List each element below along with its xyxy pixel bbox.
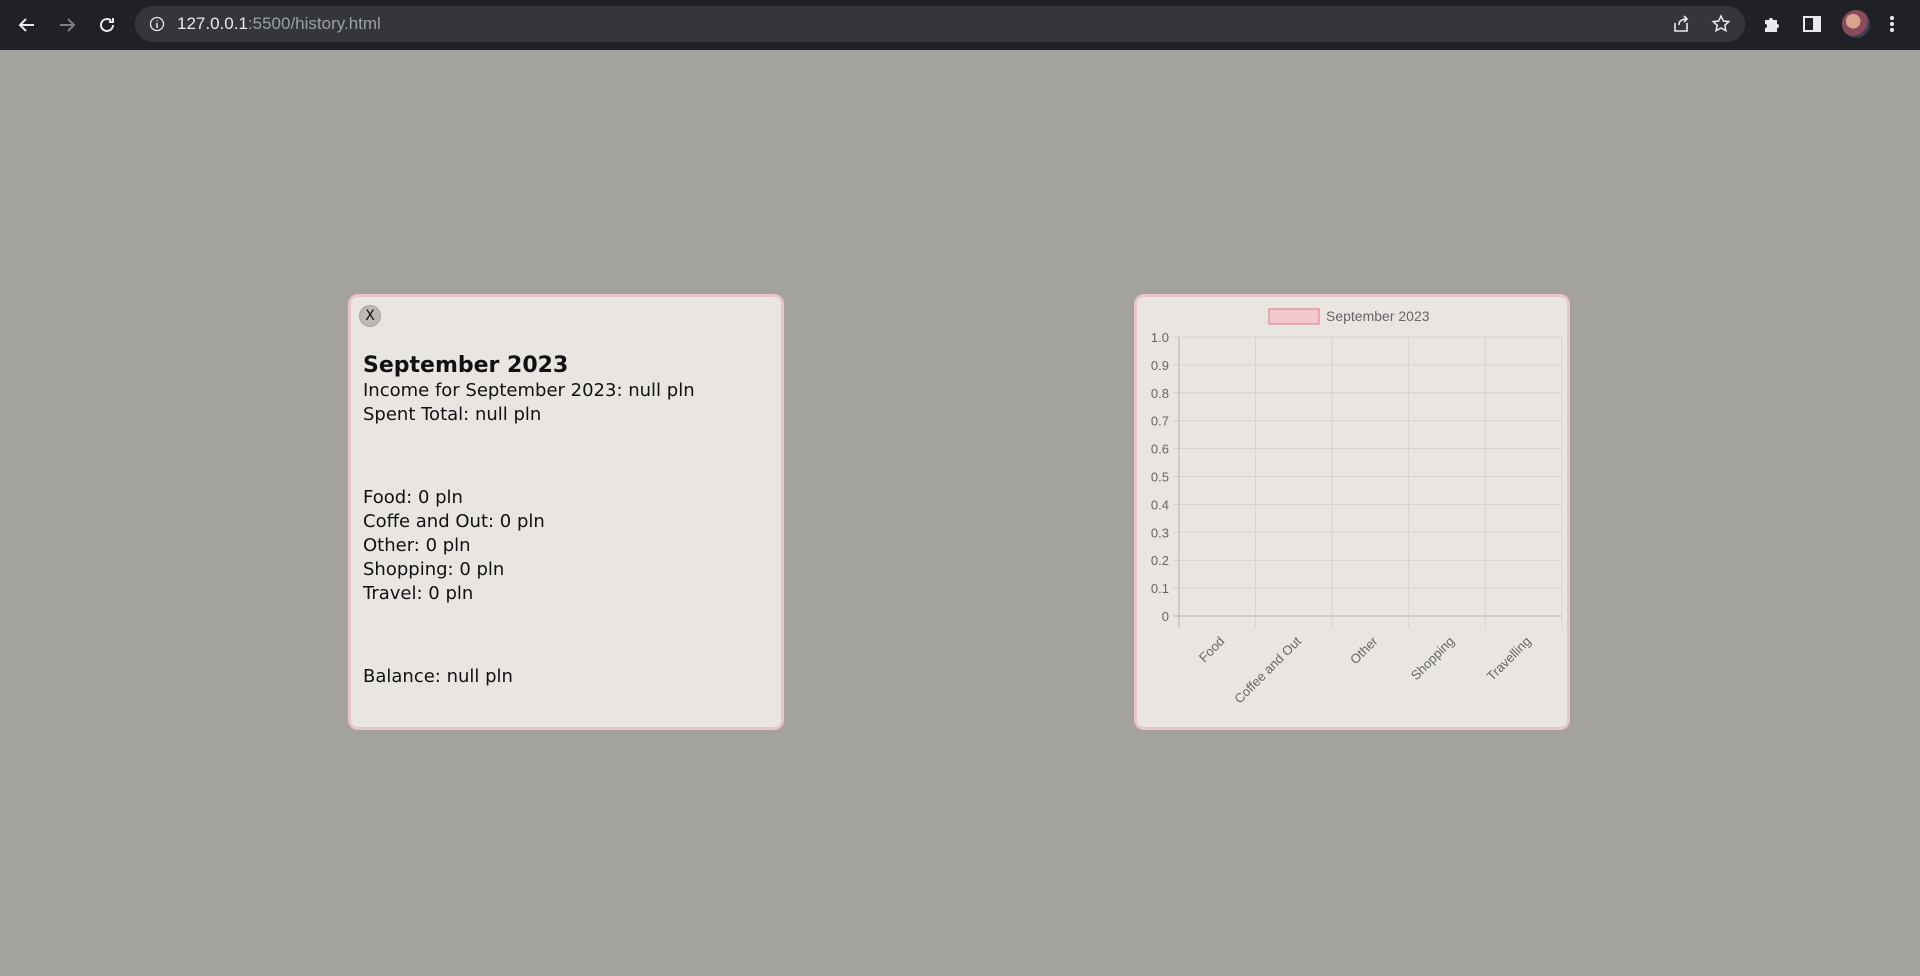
star-icon[interactable] [1711, 14, 1731, 34]
y-tick-label: 0.9 [1151, 358, 1169, 373]
legend-swatch [1268, 308, 1320, 325]
x-tick-label: Shopping [1408, 634, 1457, 683]
x-tick-label: Travelling [1484, 634, 1534, 684]
reload-button[interactable] [92, 10, 122, 40]
x-tick-label: Coffee and Out [1231, 633, 1304, 706]
side-panel-icon [1803, 16, 1821, 32]
legend-label: September 2023 [1326, 308, 1430, 324]
expense-bar-chart: September 2023 0 0.1 0.2 0.3 0.4 0.5 0.6 0.7 0.8 0… [1151, 308, 1563, 706]
profile-avatar[interactable] [1842, 10, 1870, 38]
y-tick-label: 0.7 [1151, 414, 1169, 429]
y-tick-label: 0.8 [1151, 386, 1169, 401]
close-button[interactable]: X [359, 305, 381, 327]
url-path: :5500/history.html [247, 14, 381, 33]
puzzle-icon [1765, 18, 1779, 32]
balance-text: Balance: null pln [363, 666, 513, 687]
share-icon[interactable] [1671, 14, 1691, 34]
reload-icon [100, 17, 114, 32]
y-tick-label: 0.5 [1151, 470, 1169, 485]
browser-toolbar: 127.0.0.1:5500/history.html [0, 0, 1920, 50]
extensions-button[interactable] [1760, 12, 1784, 36]
category-food: Food: 0 pln [363, 487, 463, 508]
summary-content: September 2023 Income for September 2023… [363, 353, 773, 689]
side-panel-button[interactable] [1800, 12, 1824, 36]
category-coffee: Coffe and Out: 0 pln [363, 511, 545, 532]
y-tick-label: 0 [1162, 609, 1169, 624]
arrow-right-icon [60, 18, 76, 32]
y-tick-label: 0.3 [1151, 525, 1169, 540]
arrow-left-icon [18, 18, 34, 32]
category-travel: Travel: 0 pln [363, 583, 474, 604]
y-tick-label: 0.4 [1151, 497, 1169, 512]
y-tick-label: 1.0 [1151, 330, 1169, 345]
menu-button[interactable] [1880, 12, 1904, 36]
more-vert-icon [1890, 16, 1894, 32]
forward-button[interactable] [52, 10, 82, 40]
back-button[interactable] [12, 10, 42, 40]
y-tick-label: 0.2 [1151, 553, 1169, 568]
x-tick-label: Food [1196, 634, 1228, 666]
url-text: 127.0.0.1:5500/history.html [177, 14, 381, 34]
category-other: Other: 0 pln [363, 535, 471, 556]
y-tick-label: 0.6 [1151, 442, 1169, 457]
income-text: Income for September 2023: null pln [363, 380, 695, 401]
y-tick-label: 0.1 [1151, 581, 1169, 596]
url-host: 127.0.0.1 [177, 14, 248, 33]
summary-title: September 2023 [363, 353, 569, 378]
spent-total-text: Spent Total: null pln [363, 404, 542, 425]
category-shopping: Shopping: 0 pln [363, 559, 505, 580]
chart-card: September 2023 0 0.1 0.2 0.3 0.4 0.5 0.6 0.7 0.8 0… [1134, 294, 1570, 730]
info-icon [149, 16, 165, 32]
address-bar[interactable]: 127.0.0.1:5500/history.html [135, 6, 1745, 42]
x-tick-label: Other [1347, 633, 1381, 667]
summary-card: X September 2023 Income for September 20… [348, 294, 784, 730]
